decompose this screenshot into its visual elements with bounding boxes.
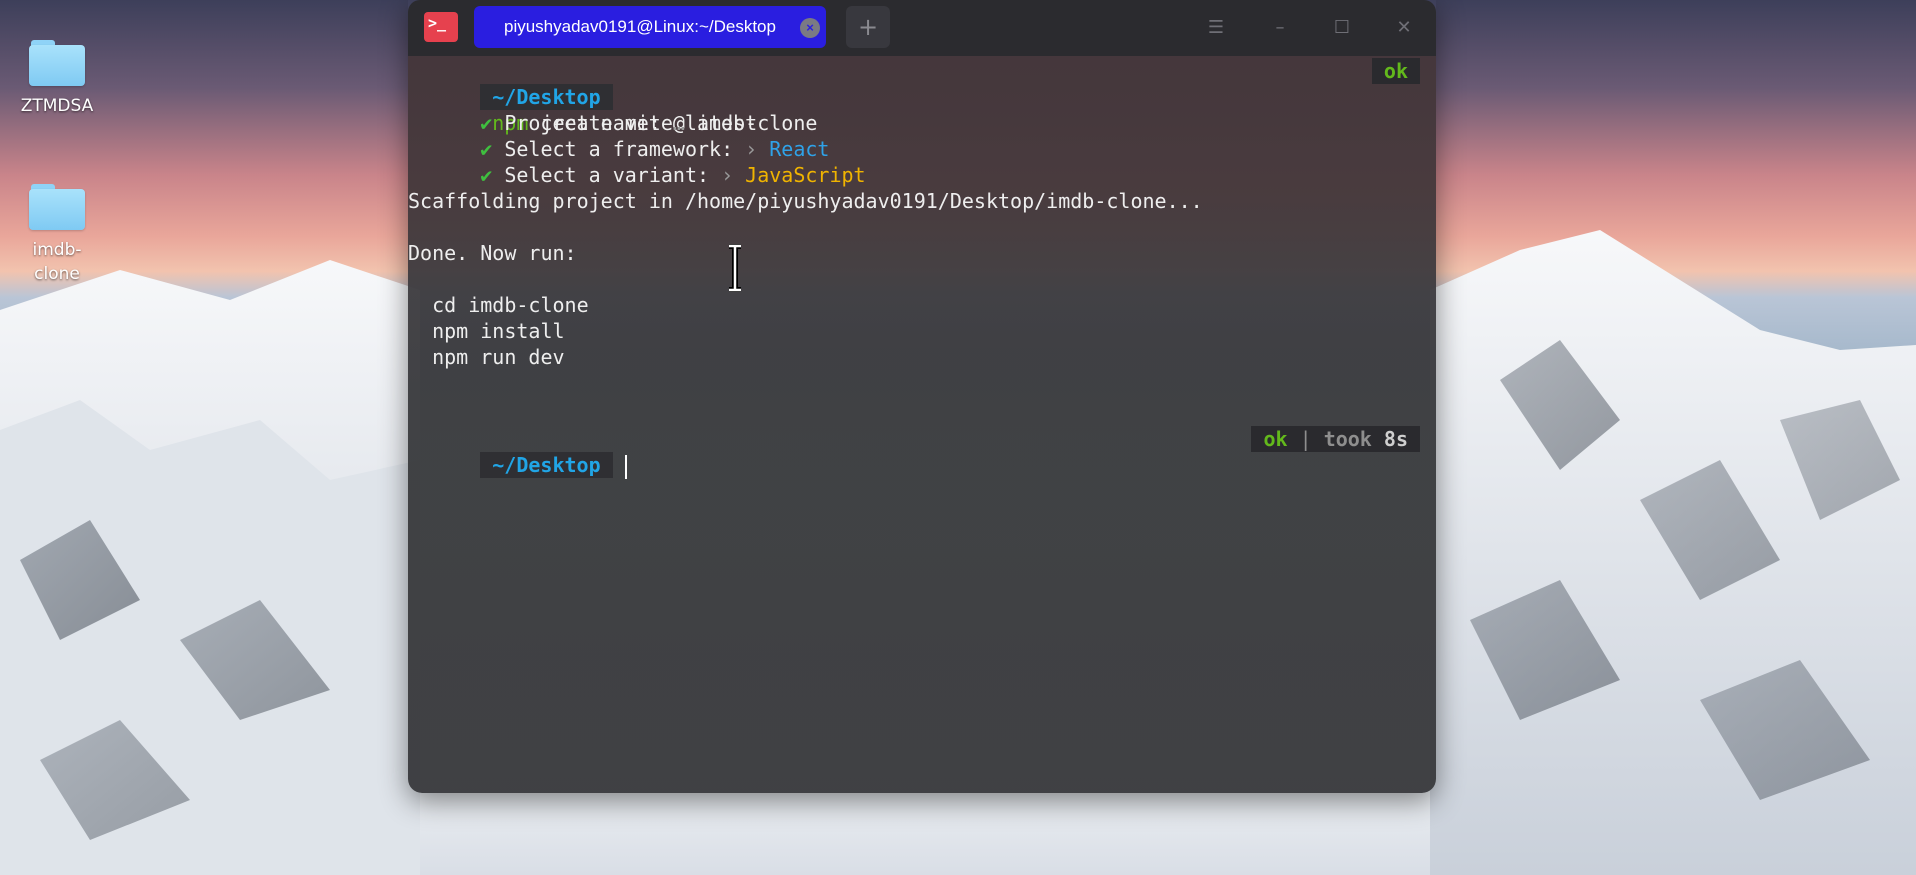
new-tab-button[interactable]: +: [846, 6, 890, 48]
command-line-1: ~/Desktop npm create vite@latest: [408, 58, 757, 135]
output-scaffolding: Scaffolding project in /home/piyushyadav…: [408, 189, 1203, 213]
text-cursor: [624, 454, 627, 479]
command-line-2[interactable]: ~/Desktop: [408, 426, 627, 479]
tab-title: piyushyadav0191@Linux:~/Desktop: [504, 17, 776, 36]
desktop-folder-ztmdsa[interactable]: ZTMDSA: [12, 40, 102, 118]
output-separator: ›: [721, 163, 734, 187]
desktop-folder-imdb-clone[interactable]: imdb- clone: [12, 184, 102, 286]
folder-icon: [29, 184, 85, 230]
terminal-output[interactable]: ~/Desktop npm create vite@latest ok ✔ Pr…: [408, 56, 1436, 793]
output-run-cd: cd imdb-clone: [408, 293, 589, 317]
status-ok: ok: [1371, 58, 1420, 84]
minimize-icon[interactable]: –: [1266, 14, 1294, 42]
tab-close-icon[interactable]: ×: [800, 18, 820, 38]
status-ok: ok: [1263, 427, 1288, 451]
desktop-icon-label: imdb- clone: [32, 240, 82, 284]
desktop-icon-label: ZTMDSA: [20, 96, 94, 116]
output-project-name: ✔ Project name: … imdb-clone: [408, 84, 817, 135]
maximize-icon[interactable]: ☐: [1328, 14, 1356, 42]
output-run-dev: npm run dev: [408, 345, 565, 369]
output-run-install: npm install: [408, 319, 565, 343]
menu-icon[interactable]: ☰: [1202, 14, 1230, 42]
output-done: Done. Now run:: [408, 241, 577, 265]
output-label: Select a variant:: [492, 163, 722, 187]
prompt-directory: ~/Desktop: [480, 452, 613, 478]
status-separator: |: [1287, 427, 1324, 451]
terminal-window[interactable]: >_ piyushyadav0191@Linux:~/Desktop × + ☰…: [408, 0, 1436, 793]
ibeam-cursor-icon: [729, 244, 741, 292]
status-took-label: took: [1323, 427, 1384, 451]
close-icon[interactable]: ✕: [1390, 14, 1418, 42]
title-bar[interactable]: >_ piyushyadav0191@Linux:~/Desktop × + ☰…: [408, 0, 1436, 56]
status-took: ok | took 8s: [1251, 426, 1420, 452]
output-value: JavaScript: [733, 163, 866, 187]
output-variant: ✔ Select a variant: › JavaScript: [408, 136, 865, 187]
status-took-time: 8s: [1383, 427, 1408, 451]
tab-desktop[interactable]: piyushyadav0191@Linux:~/Desktop ×: [474, 6, 826, 48]
output-framework: ✔ Select a framework: › React: [408, 110, 829, 161]
terminal-app-icon: >_: [424, 12, 458, 42]
check-icon: ✔: [480, 163, 493, 187]
folder-icon: [29, 40, 85, 86]
